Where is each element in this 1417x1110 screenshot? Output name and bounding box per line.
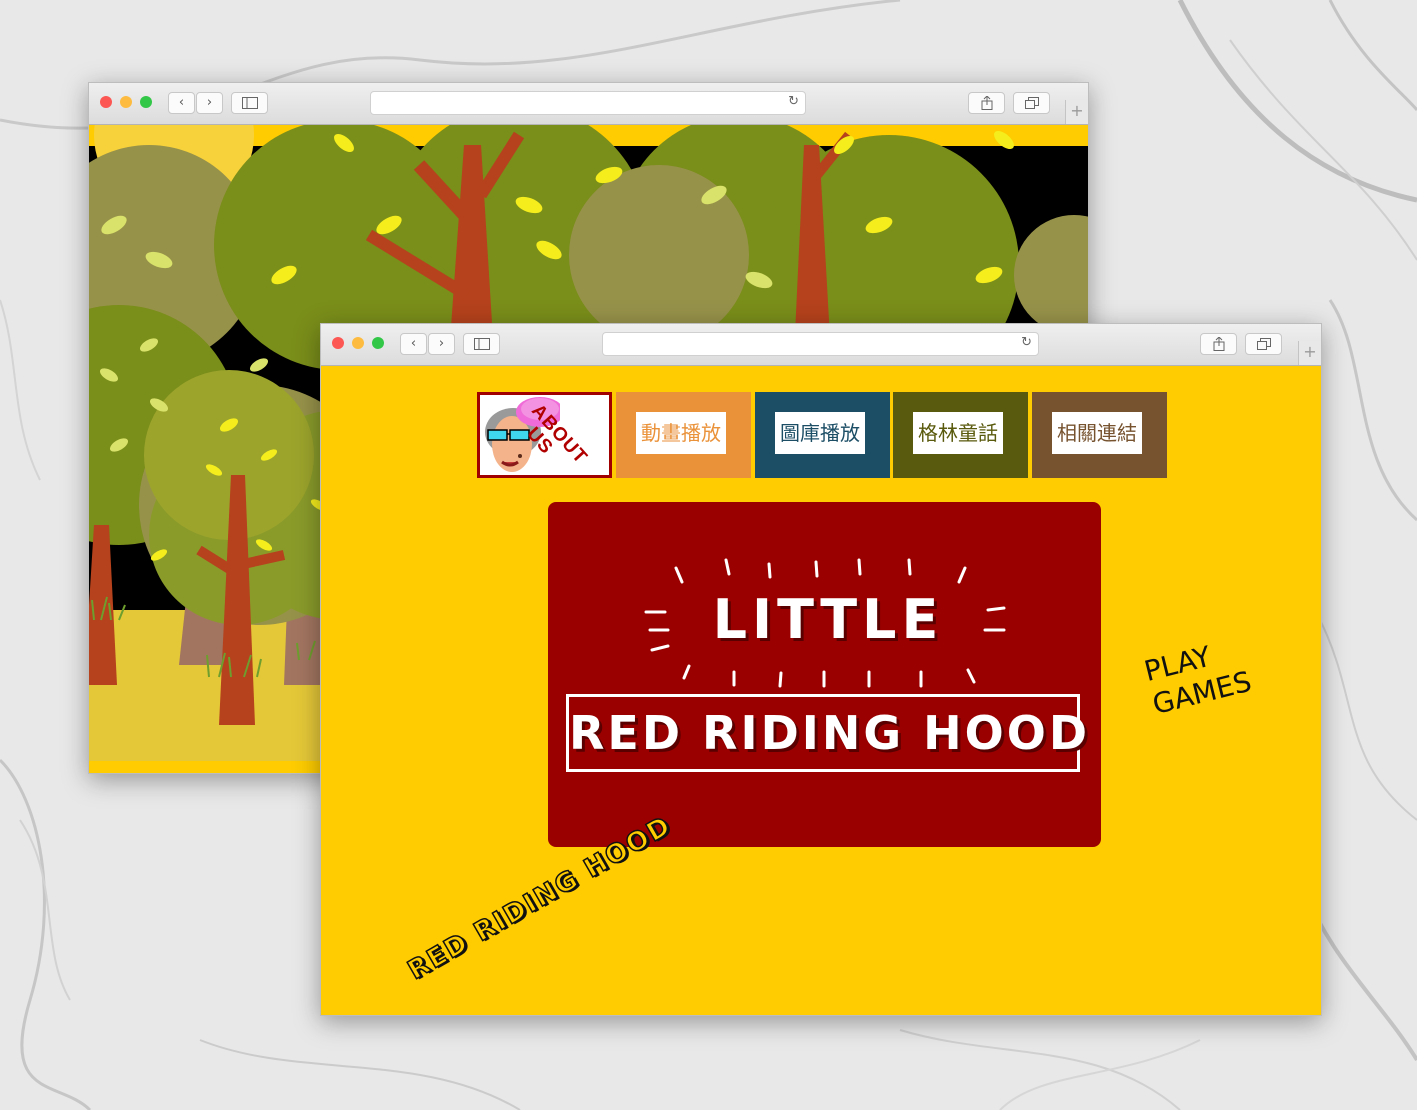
footer-title-scribble: RED RIDING HOOD <box>402 810 678 987</box>
nav-item-grimm-tales[interactable]: 格林童話 <box>893 392 1028 478</box>
share-button[interactable] <box>1200 333 1237 355</box>
new-tab-button[interactable]: + <box>1298 341 1321 365</box>
title-card: LITTLE RED RIDING HOOD <box>548 502 1101 847</box>
forward-button[interactable]: › <box>428 333 455 355</box>
nav-item-links[interactable]: 相關連結 <box>1032 392 1167 478</box>
sunburst-rays <box>644 558 1006 688</box>
chevron-right-icon: › <box>206 95 213 110</box>
plus-icon: + <box>1303 342 1317 361</box>
chevron-left-icon: ‹ <box>410 336 417 351</box>
sidebar-icon <box>241 97 258 109</box>
chevron-left-icon: ‹ <box>178 95 185 110</box>
address-bar[interactable]: ↻ <box>602 332 1039 356</box>
forward-button[interactable]: › <box>196 92 223 114</box>
hero-title-line1: LITTLE <box>712 588 944 651</box>
close-button[interactable] <box>332 337 344 349</box>
zoom-button[interactable] <box>140 96 152 108</box>
minimize-button[interactable] <box>120 96 132 108</box>
sidebar-icon <box>473 338 490 350</box>
plus-icon: + <box>1070 101 1084 120</box>
nav-item-label: 相關連結 <box>1052 412 1142 454</box>
browser-toolbar: ‹ › ↻ + <box>89 83 1088 125</box>
browser-window-front: ‹ › ↻ + ABOUT US 動畫播放 圖庫播放 格林童話 相關連結 LIT… <box>320 323 1322 1016</box>
nav-item-label: 圖庫播放 <box>775 412 865 454</box>
tabs-icon <box>1024 97 1039 109</box>
reload-icon[interactable]: ↻ <box>788 94 799 109</box>
back-button[interactable]: ‹ <box>168 92 195 114</box>
nav-item-label: 動畫播放 <box>636 412 726 454</box>
share-button[interactable] <box>968 92 1005 114</box>
nav-item-gallery[interactable]: 圖庫播放 <box>755 392 890 478</box>
play-games-link[interactable]: PLAY GAMES <box>1141 629 1264 722</box>
sidebar-button[interactable] <box>231 92 268 114</box>
minimize-button[interactable] <box>352 337 364 349</box>
share-icon <box>1213 336 1224 351</box>
tabs-button[interactable] <box>1013 92 1050 114</box>
tabs-button[interactable] <box>1245 333 1282 355</box>
page-content: ABOUT US 動畫播放 圖庫播放 格林童話 相關連結 LITTLE RED … <box>321 366 1321 1015</box>
nav-about-us[interactable]: ABOUT US <box>477 392 612 478</box>
reload-icon[interactable]: ↻ <box>1021 335 1032 350</box>
nav-item-animation[interactable]: 動畫播放 <box>616 392 751 478</box>
nav-item-label: 格林童話 <box>913 412 1003 454</box>
browser-toolbar: ‹ › ↻ + <box>321 324 1321 366</box>
new-tab-button[interactable]: + <box>1065 100 1088 124</box>
back-button[interactable]: ‹ <box>400 333 427 355</box>
hero-title-line2: RED RIDING HOOD <box>569 706 1091 760</box>
sidebar-button[interactable] <box>463 333 500 355</box>
share-icon <box>981 95 992 110</box>
chevron-right-icon: › <box>438 336 445 351</box>
address-bar[interactable]: ↻ <box>370 91 806 115</box>
tabs-icon <box>1256 338 1271 350</box>
hero-title-frame: RED RIDING HOOD <box>566 694 1091 772</box>
close-button[interactable] <box>100 96 112 108</box>
zoom-button[interactable] <box>372 337 384 349</box>
